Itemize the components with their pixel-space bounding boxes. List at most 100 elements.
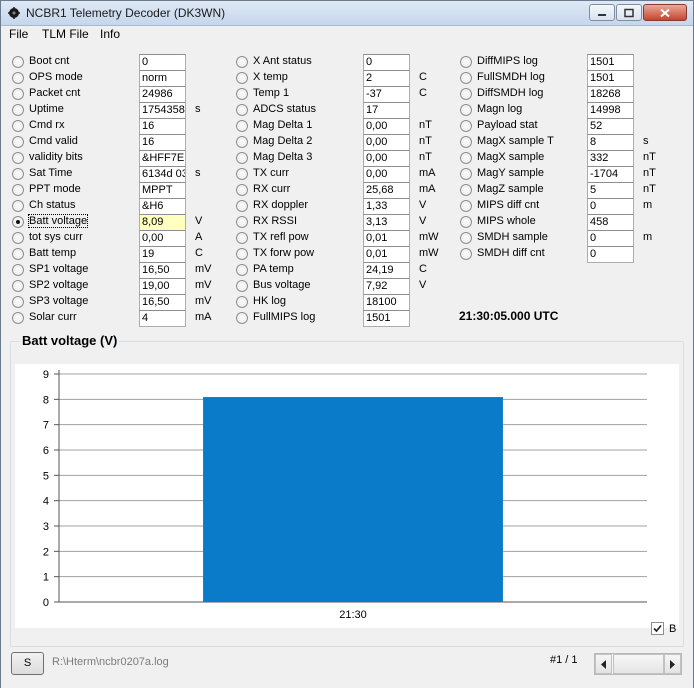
- param-label[interactable]: SP3 voltage: [29, 295, 88, 307]
- param-radio[interactable]: [460, 136, 472, 148]
- param-radio[interactable]: [236, 120, 248, 132]
- menu-file[interactable]: File: [9, 27, 28, 41]
- param-radio[interactable]: [236, 152, 248, 164]
- menu-info[interactable]: Info: [100, 27, 120, 41]
- param-label[interactable]: Bus voltage: [253, 279, 310, 291]
- s-button[interactable]: S: [11, 652, 44, 675]
- param-label[interactable]: HK log: [253, 295, 286, 307]
- param-value-field[interactable]: 1501: [363, 310, 410, 327]
- param-label[interactable]: Magn log: [477, 103, 522, 115]
- param-label[interactable]: SP1 voltage: [29, 263, 88, 275]
- param-value-field[interactable]: 0: [587, 246, 634, 263]
- param-label[interactable]: validity bits: [29, 151, 83, 163]
- param-label[interactable]: MIPS whole: [477, 215, 536, 227]
- param-label[interactable]: SP2 voltage: [29, 279, 88, 291]
- param-value-field[interactable]: 0,00: [139, 230, 186, 247]
- maximize-button[interactable]: [616, 4, 642, 21]
- param-radio[interactable]: [460, 88, 472, 100]
- param-value-field[interactable]: 8: [587, 134, 634, 151]
- param-label[interactable]: X Ant status: [253, 55, 312, 67]
- param-value-field[interactable]: 0,00: [363, 150, 410, 167]
- param-value-field[interactable]: 0,01: [363, 246, 410, 263]
- param-label[interactable]: PPT mode: [29, 183, 81, 195]
- param-radio[interactable]: [460, 168, 472, 180]
- param-label[interactable]: TX forw pow: [253, 247, 314, 259]
- param-label[interactable]: FullMIPS log: [253, 311, 315, 323]
- param-radio[interactable]: [460, 152, 472, 164]
- param-label[interactable]: Temp 1: [253, 87, 289, 99]
- param-label[interactable]: MagZ sample: [477, 183, 544, 195]
- param-value-field[interactable]: 0,00: [363, 118, 410, 135]
- param-value-field[interactable]: 18100: [363, 294, 410, 311]
- param-value-field[interactable]: 458: [587, 214, 634, 231]
- param-value-field[interactable]: MPPT: [139, 182, 186, 199]
- param-label[interactable]: SMDH sample: [477, 231, 548, 243]
- param-label[interactable]: Mag Delta 2: [253, 135, 312, 147]
- param-radio[interactable]: [12, 264, 24, 276]
- param-label[interactable]: Mag Delta 1: [253, 119, 312, 131]
- param-value-field[interactable]: 24,19: [363, 262, 410, 279]
- param-label[interactable]: SMDH diff cnt: [477, 247, 545, 259]
- param-value-field[interactable]: 0,01: [363, 230, 410, 247]
- param-label[interactable]: RX curr: [253, 183, 290, 195]
- param-radio[interactable]: [236, 280, 248, 292]
- param-value-field[interactable]: 16,50: [139, 262, 186, 279]
- param-radio[interactable]: [236, 216, 248, 228]
- param-value-field[interactable]: 0,00: [363, 166, 410, 183]
- param-label[interactable]: TX refl pow: [253, 231, 309, 243]
- param-value-field[interactable]: 24986: [139, 86, 186, 103]
- param-radio[interactable]: [236, 312, 248, 324]
- param-label[interactable]: Packet cnt: [29, 87, 80, 99]
- param-value-field[interactable]: 0,00: [363, 134, 410, 151]
- menu-tlm-file[interactable]: TLM File: [42, 27, 89, 41]
- param-value-field[interactable]: &HFF7E: [139, 150, 186, 167]
- param-label[interactable]: Solar curr: [29, 311, 77, 323]
- param-value-field[interactable]: 1501: [587, 70, 634, 87]
- param-value-field[interactable]: 7,92: [363, 278, 410, 295]
- param-value-field[interactable]: -1704: [587, 166, 634, 183]
- param-value-field[interactable]: 332: [587, 150, 634, 167]
- param-value-field[interactable]: -37: [363, 86, 410, 103]
- param-radio[interactable]: [460, 104, 472, 116]
- param-value-field[interactable]: 0: [587, 198, 634, 215]
- param-radio[interactable]: [236, 232, 248, 244]
- param-radio[interactable]: [460, 56, 472, 68]
- param-radio[interactable]: [236, 56, 248, 68]
- param-radio[interactable]: [460, 184, 472, 196]
- param-label[interactable]: Boot cnt: [29, 55, 69, 67]
- param-radio[interactable]: [460, 72, 472, 84]
- param-label[interactable]: Batt voltage: [27, 214, 89, 228]
- param-value-field[interactable]: 2: [363, 70, 410, 87]
- param-label[interactable]: tot sys curr: [29, 231, 83, 243]
- param-value-field[interactable]: 4: [139, 310, 186, 327]
- param-label[interactable]: RX doppler: [253, 199, 308, 211]
- param-label[interactable]: DiffMIPS log: [477, 55, 538, 67]
- param-value-field[interactable]: &H6: [139, 198, 186, 215]
- param-label[interactable]: MagX sample: [477, 151, 544, 163]
- scroll-left-button[interactable]: [595, 654, 612, 674]
- param-label[interactable]: X temp: [253, 71, 288, 83]
- param-value-field[interactable]: 0: [139, 54, 186, 71]
- param-radio[interactable]: [12, 296, 24, 308]
- param-value-field[interactable]: 17: [363, 102, 410, 119]
- param-label[interactable]: MIPS diff cnt: [477, 199, 539, 211]
- param-radio[interactable]: [12, 216, 24, 228]
- param-radio[interactable]: [236, 136, 248, 148]
- param-radio[interactable]: [460, 248, 472, 260]
- param-label[interactable]: Sat Time: [29, 167, 72, 179]
- param-radio[interactable]: [12, 232, 24, 244]
- param-label[interactable]: Ch status: [29, 199, 75, 211]
- param-radio[interactable]: [12, 248, 24, 260]
- param-value-field[interactable]: 6134d 03: [139, 166, 186, 183]
- param-value-field[interactable]: 16,50: [139, 294, 186, 311]
- param-radio[interactable]: [460, 200, 472, 212]
- param-value-field[interactable]: 1,33: [363, 198, 410, 215]
- param-radio[interactable]: [12, 72, 24, 84]
- param-radio[interactable]: [460, 232, 472, 244]
- param-radio[interactable]: [12, 312, 24, 324]
- param-radio[interactable]: [236, 88, 248, 100]
- param-value-field[interactable]: 1754358: [139, 102, 186, 119]
- param-radio[interactable]: [460, 216, 472, 228]
- param-label[interactable]: OPS mode: [29, 71, 83, 83]
- param-radio[interactable]: [12, 88, 24, 100]
